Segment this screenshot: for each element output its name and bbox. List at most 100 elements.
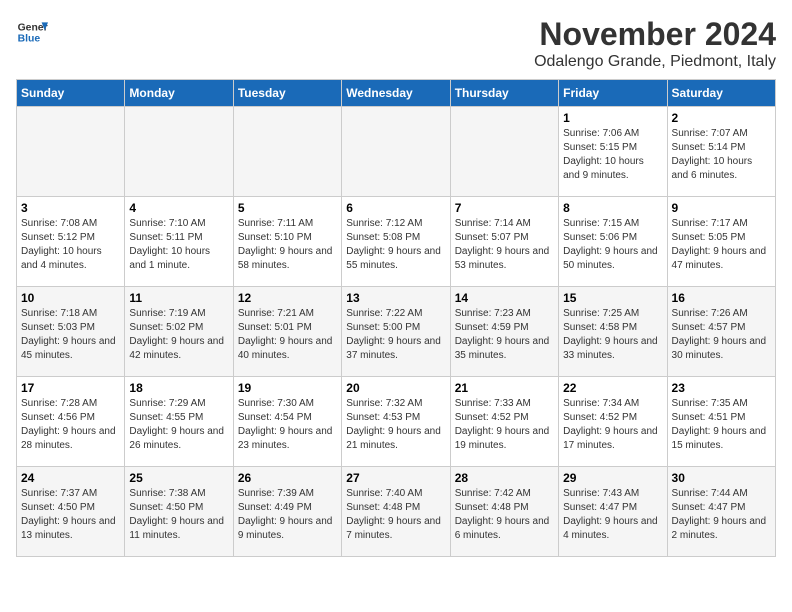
- svg-text:Blue: Blue: [18, 34, 41, 45]
- day-info: Sunrise: 7:06 AM Sunset: 5:15 PM Dayligh…: [563, 127, 662, 183]
- day-number: 10: [21, 291, 120, 305]
- day-number: 8: [563, 201, 662, 215]
- day-cell: 1 Sunrise: 7:06 AM Sunset: 5:15 PM Daylig…: [559, 107, 667, 197]
- day-info: Sunrise: 7:11 AM Sunset: 5:10 PM Dayligh…: [238, 217, 337, 273]
- day-cell: 11 Sunrise: 7:19 AM Sunset: 5:02 PM Dayli…: [125, 287, 233, 377]
- day-cell: 8 Sunrise: 7:15 AM Sunset: 5:06 PM Daylig…: [559, 197, 667, 287]
- day-info: Sunrise: 7:28 AM Sunset: 4:56 PM Dayligh…: [21, 397, 120, 453]
- day-cell: 18Sunrise: 7:29 AM Sunset: 4:55 PM Dayli…: [125, 377, 233, 467]
- logo: General Blue: [16, 16, 48, 48]
- day-info: Sunrise: 7:15 AM Sunset: 5:06 PM Dayligh…: [563, 217, 662, 273]
- day-number: 25: [129, 471, 228, 485]
- day-info: Sunrise: 7:44 AM Sunset: 4:47 PM Dayligh…: [672, 487, 771, 543]
- day-cell: 12 Sunrise: 7:21 AM Sunset: 5:01 PM Dayli…: [233, 287, 341, 377]
- day-number: 24: [21, 471, 120, 485]
- day-info: Sunrise: 7:18 AM Sunset: 5:03 PM Dayligh…: [21, 307, 120, 363]
- day-info: Sunrise: 7:40 AM Sunset: 4:48 PM Dayligh…: [346, 487, 445, 543]
- day-info: Sunrise: 7:26 AM Sunset: 4:57 PM Dayligh…: [672, 307, 771, 363]
- day-number: 13: [346, 291, 445, 305]
- title-section: November 2024 Odalengo Grande, Piedmont,…: [534, 16, 776, 71]
- day-cell: 6 Sunrise: 7:12 AM Sunset: 5:08 PM Daylig…: [342, 197, 450, 287]
- day-info: Sunrise: 7:43 AM Sunset: 4:47 PM Dayligh…: [563, 487, 662, 543]
- week-row-3: 10 Sunrise: 7:18 AM Sunset: 5:03 PM Dayli…: [17, 287, 776, 377]
- day-cell: 3Sunrise: 7:08 AM Sunset: 5:12 PM Daylig…: [17, 197, 125, 287]
- day-cell: 29 Sunrise: 7:43 AM Sunset: 4:47 PM Dayli…: [559, 467, 667, 557]
- weekday-header-row: SundayMondayTuesdayWednesdayThursdayFrid…: [17, 80, 776, 107]
- weekday-header-tuesday: Tuesday: [233, 80, 341, 107]
- weekday-header-monday: Monday: [125, 80, 233, 107]
- day-info: Sunrise: 7:17 AM Sunset: 5:05 PM Dayligh…: [672, 217, 771, 273]
- day-info: Sunrise: 7:19 AM Sunset: 5:02 PM Dayligh…: [129, 307, 228, 363]
- day-cell: [450, 107, 558, 197]
- day-cell: 22 Sunrise: 7:34 AM Sunset: 4:52 PM Dayli…: [559, 377, 667, 467]
- day-info: Sunrise: 7:30 AM Sunset: 4:54 PM Dayligh…: [238, 397, 337, 453]
- calendar-table: SundayMondayTuesdayWednesdayThursdayFrid…: [16, 79, 776, 557]
- week-row-1: 1 Sunrise: 7:06 AM Sunset: 5:15 PM Daylig…: [17, 107, 776, 197]
- day-number: 5: [238, 201, 337, 215]
- day-cell: 19 Sunrise: 7:30 AM Sunset: 4:54 PM Dayli…: [233, 377, 341, 467]
- day-cell: [17, 107, 125, 197]
- day-number: 9: [672, 201, 771, 215]
- day-number: 21: [455, 381, 554, 395]
- day-number: 1: [563, 111, 662, 125]
- day-info: Sunrise: 7:25 AM Sunset: 4:58 PM Dayligh…: [563, 307, 662, 363]
- day-number: 29: [563, 471, 662, 485]
- day-number: 12: [238, 291, 337, 305]
- day-number: 18: [129, 381, 228, 395]
- week-row-2: 3Sunrise: 7:08 AM Sunset: 5:12 PM Daylig…: [17, 197, 776, 287]
- day-cell: 17 Sunrise: 7:28 AM Sunset: 4:56 PM Dayli…: [17, 377, 125, 467]
- day-cell: 2 Sunrise: 7:07 AM Sunset: 5:14 PM Daylig…: [667, 107, 775, 197]
- weekday-header-wednesday: Wednesday: [342, 80, 450, 107]
- day-cell: 23 Sunrise: 7:35 AM Sunset: 4:51 PM Dayli…: [667, 377, 775, 467]
- day-number: 7: [455, 201, 554, 215]
- day-cell: 4 Sunrise: 7:10 AM Sunset: 5:11 PM Daylig…: [125, 197, 233, 287]
- day-number: 2: [672, 111, 771, 125]
- weekday-header-thursday: Thursday: [450, 80, 558, 107]
- day-info: Sunrise: 7:37 AM Sunset: 4:50 PM Dayligh…: [21, 487, 120, 543]
- day-cell: 21 Sunrise: 7:33 AM Sunset: 4:52 PM Dayli…: [450, 377, 558, 467]
- day-info: Sunrise: 7:12 AM Sunset: 5:08 PM Dayligh…: [346, 217, 445, 273]
- day-number: 23: [672, 381, 771, 395]
- day-info: Sunrise: 7:42 AM Sunset: 4:48 PM Dayligh…: [455, 487, 554, 543]
- weekday-header-friday: Friday: [559, 80, 667, 107]
- day-number: 6: [346, 201, 445, 215]
- day-cell: [125, 107, 233, 197]
- day-cell: [342, 107, 450, 197]
- day-info: Sunrise: 7:33 AM Sunset: 4:52 PM Dayligh…: [455, 397, 554, 453]
- day-number: 30: [672, 471, 771, 485]
- day-number: 15: [563, 291, 662, 305]
- header: General Blue November 2024 Odalengo Gran…: [16, 16, 776, 71]
- day-info: Sunrise: 7:38 AM Sunset: 4:50 PM Dayligh…: [129, 487, 228, 543]
- day-number: 14: [455, 291, 554, 305]
- day-number: 27: [346, 471, 445, 485]
- day-number: 11: [129, 291, 228, 305]
- day-number: 17: [21, 381, 120, 395]
- day-info: Sunrise: 7:35 AM Sunset: 4:51 PM Dayligh…: [672, 397, 771, 453]
- day-info: Sunrise: 7:10 AM Sunset: 5:11 PM Dayligh…: [129, 217, 228, 273]
- day-number: 28: [455, 471, 554, 485]
- day-info: Sunrise: 7:34 AM Sunset: 4:52 PM Dayligh…: [563, 397, 662, 453]
- day-number: 22: [563, 381, 662, 395]
- day-cell: 20Sunrise: 7:32 AM Sunset: 4:53 PM Dayli…: [342, 377, 450, 467]
- day-cell: 16Sunrise: 7:26 AM Sunset: 4:57 PM Dayli…: [667, 287, 775, 377]
- day-number: 20: [346, 381, 445, 395]
- day-cell: 27 Sunrise: 7:40 AM Sunset: 4:48 PM Dayli…: [342, 467, 450, 557]
- day-cell: 15 Sunrise: 7:25 AM Sunset: 4:58 PM Dayli…: [559, 287, 667, 377]
- day-cell: 25 Sunrise: 7:38 AM Sunset: 4:50 PM Dayli…: [125, 467, 233, 557]
- day-cell: 5 Sunrise: 7:11 AM Sunset: 5:10 PM Daylig…: [233, 197, 341, 287]
- week-row-4: 17 Sunrise: 7:28 AM Sunset: 4:56 PM Dayli…: [17, 377, 776, 467]
- day-cell: 9 Sunrise: 7:17 AM Sunset: 5:05 PM Daylig…: [667, 197, 775, 287]
- day-info: Sunrise: 7:07 AM Sunset: 5:14 PM Dayligh…: [672, 127, 771, 183]
- day-cell: 10 Sunrise: 7:18 AM Sunset: 5:03 PM Dayli…: [17, 287, 125, 377]
- day-cell: 13Sunrise: 7:22 AM Sunset: 5:00 PM Dayli…: [342, 287, 450, 377]
- day-info: Sunrise: 7:21 AM Sunset: 5:01 PM Dayligh…: [238, 307, 337, 363]
- day-number: 4: [129, 201, 228, 215]
- weekday-header-sunday: Sunday: [17, 80, 125, 107]
- month-title: November 2024: [534, 16, 776, 53]
- location-title: Odalengo Grande, Piedmont, Italy: [534, 53, 776, 71]
- day-number: 3: [21, 201, 120, 215]
- day-number: 19: [238, 381, 337, 395]
- day-cell: 30 Sunrise: 7:44 AM Sunset: 4:47 PM Dayli…: [667, 467, 775, 557]
- day-info: Sunrise: 7:14 AM Sunset: 5:07 PM Dayligh…: [455, 217, 554, 273]
- day-cell: 7 Sunrise: 7:14 AM Sunset: 5:07 PM Daylig…: [450, 197, 558, 287]
